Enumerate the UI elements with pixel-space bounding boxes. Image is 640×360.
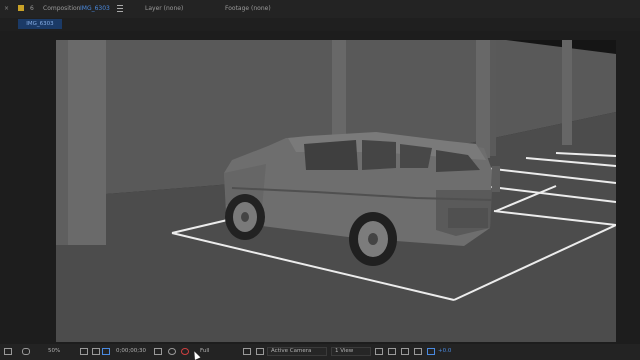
resolution-select[interactable]: Full [200, 348, 209, 354]
exposure-value[interactable]: +0.0 [438, 348, 451, 354]
composition-subtab[interactable]: IMG_6303 [18, 19, 62, 29]
camera-select[interactable]: Active Camera [271, 348, 311, 354]
panel-menu-icon[interactable] [117, 5, 123, 12]
composition-viewer[interactable] [56, 40, 616, 342]
exposure-reset-icon[interactable] [427, 348, 435, 355]
current-time[interactable]: 0;00;00;30 [116, 348, 146, 354]
pillar [66, 40, 106, 245]
mask-icon[interactable] [22, 348, 30, 355]
comp-flowchart-icon[interactable] [414, 348, 422, 355]
viewer-subtab-bar [0, 18, 640, 31]
region-icon[interactable] [92, 348, 100, 355]
grid-icon[interactable] [80, 348, 88, 355]
composition-tab-name[interactable]: IMG_6303 [80, 5, 110, 12]
composition-swatch-icon [18, 5, 24, 11]
channel-rgb-icon[interactable] [181, 348, 189, 355]
show-snapshot-icon[interactable] [168, 348, 176, 355]
composition-tab-label[interactable]: Composition [43, 5, 80, 12]
tab-number: 6 [30, 5, 34, 12]
composition-tab-bar: × 6 Composition IMG_6303 Layer (none) Fo… [0, 0, 640, 18]
snapshot-camera-icon[interactable] [154, 348, 162, 355]
layer-tab[interactable]: Layer (none) [145, 5, 183, 12]
toggle-pixel-aspect-icon[interactable] [375, 348, 383, 355]
pillar [562, 40, 572, 145]
zoom-select[interactable]: 50% [48, 348, 60, 354]
close-tab-icon[interactable]: × [4, 5, 9, 12]
fast-previews-icon[interactable] [388, 348, 396, 355]
transparency-grid-icon[interactable] [102, 348, 110, 355]
always-preview-icon[interactable] [4, 348, 12, 355]
region-of-interest-icon[interactable] [243, 348, 251, 355]
timeline-icon[interactable] [401, 348, 409, 355]
viewer-control-bar: 50% 0;00;00;30 Full Active Camera 1 View… [0, 344, 640, 360]
scene-render [56, 40, 616, 342]
pillar [476, 40, 490, 158]
views-select[interactable]: 1 View [335, 348, 353, 354]
transparency-icon[interactable] [256, 348, 264, 355]
footage-tab[interactable]: Footage (none) [225, 5, 271, 12]
